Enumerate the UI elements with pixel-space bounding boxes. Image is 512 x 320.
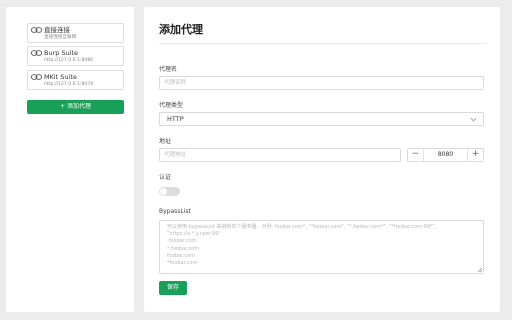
proxy-name-input[interactable] xyxy=(159,76,484,90)
proxy-item-direct[interactable]: 直接连接 直接连接互联网 xyxy=(27,23,124,43)
link-icon xyxy=(31,50,42,56)
toggle-knob xyxy=(160,188,167,195)
resize-grip-icon[interactable] xyxy=(477,267,482,272)
proxy-name-label: 代理名 xyxy=(159,66,178,73)
bypass-hint-line: 可以使用 bypassList 来跳转向个服务器。示例: foobar.com*… xyxy=(167,224,437,230)
save-button[interactable]: 保存 xyxy=(159,281,187,295)
auth-toggle[interactable] xyxy=(159,187,180,196)
proxy-name: MKit Suite xyxy=(44,73,77,81)
link-icon xyxy=(31,27,42,33)
port-stepper: − 8080 + xyxy=(407,148,484,162)
address-label: 地址 xyxy=(159,138,172,145)
proxy-address: http://127.0.0.1:8080 xyxy=(44,58,94,63)
bypass-hint-line: foobar.com xyxy=(167,252,195,259)
port-value[interactable]: 8080 xyxy=(425,149,466,161)
bypass-hint-line: *.foobar.com xyxy=(167,245,200,252)
sidebar: 直接连接 直接连接互联网 Burp Suite http://127.0.0.1… xyxy=(6,7,134,312)
port-decrement-button[interactable]: − xyxy=(408,149,424,161)
link-icon xyxy=(31,74,42,80)
proxy-item-burp-suite[interactable]: Burp Suite http://127.0.0.1:8080 xyxy=(27,46,124,66)
proxy-name: Burp Suite xyxy=(44,49,79,57)
proxy-address-input[interactable] xyxy=(159,148,401,162)
proxy-address: http://127.0.0.1:8078 xyxy=(44,82,94,87)
proxy-type-value: HTTP xyxy=(167,115,184,123)
chevron-down-icon xyxy=(470,117,477,122)
proxy-item-mkit-suite[interactable]: MKit Suite http://127.0.0.1:8078 xyxy=(27,70,124,90)
divider xyxy=(159,43,487,44)
bypass-list-label: BypassList xyxy=(159,208,191,215)
bypass-list-textarea[interactable]: 可以使用 bypassList 来跳转向个服务器。示例: foobar.com*… xyxy=(159,220,484,274)
proxy-type-select[interactable]: HTTP xyxy=(159,112,484,126)
proxy-address: 直接连接互联网 xyxy=(44,35,77,40)
bypass-hint-line: *foobar.com xyxy=(167,260,198,267)
add-proxy-button[interactable]: + 添加代理 xyxy=(27,100,124,114)
bypass-hint-line: .foobar.com xyxy=(167,238,197,245)
bypass-hint-line: "https://x.*.y.com:99" xyxy=(167,231,221,238)
add-proxy-panel: 添加代理 代理名 代理类型 HTTP 地址 − 8080 + 认证 Bypass… xyxy=(144,7,500,312)
port-increment-button[interactable]: + xyxy=(467,149,483,161)
page-title: 添加代理 xyxy=(159,23,203,36)
proxy-name: 直接连接 xyxy=(44,26,70,34)
proxy-type-label: 代理类型 xyxy=(159,102,184,109)
auth-label: 认证 xyxy=(159,174,172,181)
